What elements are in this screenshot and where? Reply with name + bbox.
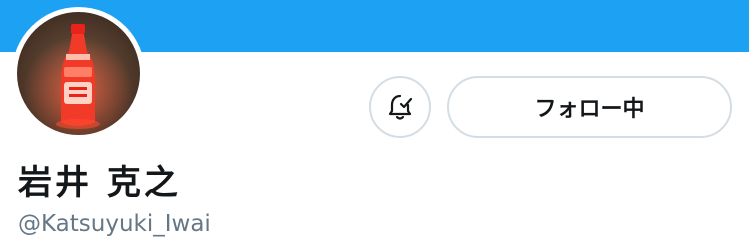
profile-header: フォロー中 岩井 克之 @Katsuyuki_Iwai bbox=[0, 0, 749, 249]
bell-check-icon bbox=[388, 94, 413, 120]
display-name: 岩井 克之 bbox=[18, 163, 181, 203]
avatar[interactable] bbox=[17, 12, 140, 135]
notification-bell-button[interactable] bbox=[369, 76, 431, 138]
avatar-photo bbox=[17, 12, 140, 135]
user-handle: @Katsuyuki_Iwai bbox=[18, 211, 211, 237]
following-button[interactable]: フォロー中 bbox=[447, 76, 732, 138]
avatar-frame bbox=[12, 7, 145, 140]
